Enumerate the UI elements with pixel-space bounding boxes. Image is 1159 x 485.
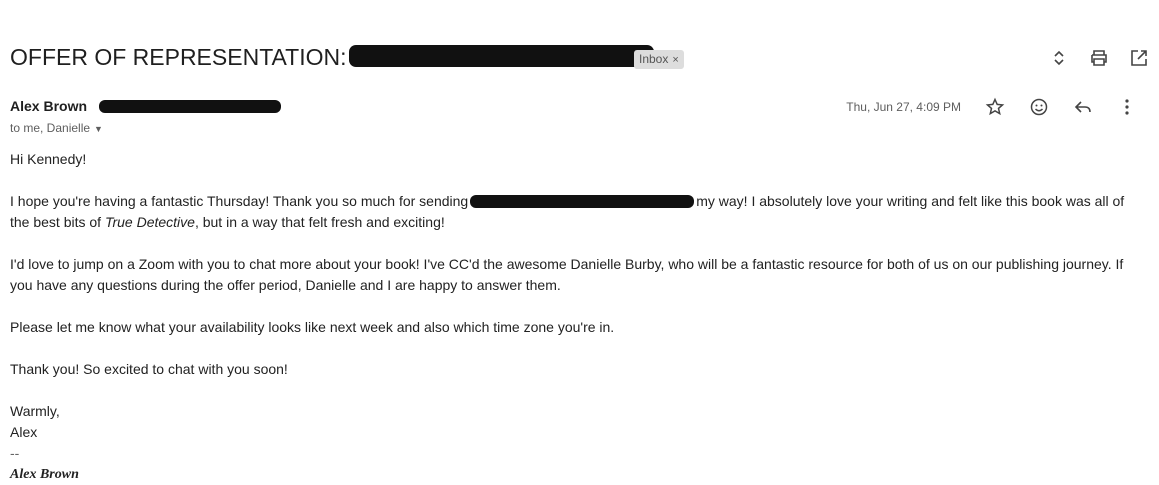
subject-line: OFFER OF REPRESENTATION: (10, 44, 654, 71)
message-meta: Thu, Jun 27, 4:09 PM (846, 97, 1149, 117)
top-toolbar (1039, 46, 1159, 70)
greeting: Hi Kennedy! (10, 151, 87, 167)
subject-title: OFFER OF REPRESENTATION: (10, 44, 347, 70)
redacted-block (348, 44, 654, 67)
paragraph-3: Please let me know what your availabilit… (10, 319, 615, 335)
more-options-icon[interactable] (1105, 97, 1149, 117)
paragraph-2: I'd love to jump on a Zoom with you to c… (10, 256, 1124, 293)
recipients-line[interactable]: to me, Danielle ▼ (10, 121, 103, 135)
recipients-text: to me, Danielle (10, 121, 91, 135)
signature-full-name: Alex Brown (10, 467, 79, 482)
paragraph-1-end: , but in a way that felt fresh and excit… (194, 214, 445, 230)
signature-separator: -- (10, 445, 20, 461)
sender-name[interactable]: Alex Brown (10, 98, 87, 114)
subject-row: OFFER OF REPRESENTATION: Inbox × (10, 40, 1159, 80)
chevron-down-icon[interactable]: ▼ (94, 124, 103, 134)
print-icon[interactable] (1079, 46, 1119, 70)
redacted-email (99, 100, 281, 113)
reply-icon[interactable] (1061, 97, 1105, 117)
book-reference: True Detective (104, 214, 195, 230)
expand-collapse-icon[interactable] (1039, 46, 1079, 70)
paragraph-4: Thank you! So excited to chat with you s… (10, 361, 288, 377)
inbox-label-text: Inbox (639, 52, 669, 66)
message-date: Thu, Jun 27, 4:09 PM (846, 100, 961, 114)
message-body: Hi Kennedy! I hope you're having a fanta… (10, 149, 1137, 485)
redacted-title (470, 194, 695, 208)
open-in-new-window-icon[interactable] (1119, 46, 1159, 70)
inbox-label-chip[interactable]: Inbox × (634, 50, 684, 69)
emoji-reaction-icon[interactable] (1017, 97, 1061, 117)
remove-label-button[interactable]: × (672, 54, 678, 66)
sign-name: Alex (10, 424, 38, 440)
closing: Warmly, (10, 403, 60, 419)
sender-row: Alex Brown to me, Danielle ▼ Thu, Jun 27,… (10, 97, 1159, 137)
star-icon[interactable] (973, 97, 1017, 117)
paragraph-1: I hope you're having a fantastic Thursda… (10, 191, 1137, 233)
paragraph-1-start: I hope you're having a fantastic Thursda… (10, 193, 469, 209)
